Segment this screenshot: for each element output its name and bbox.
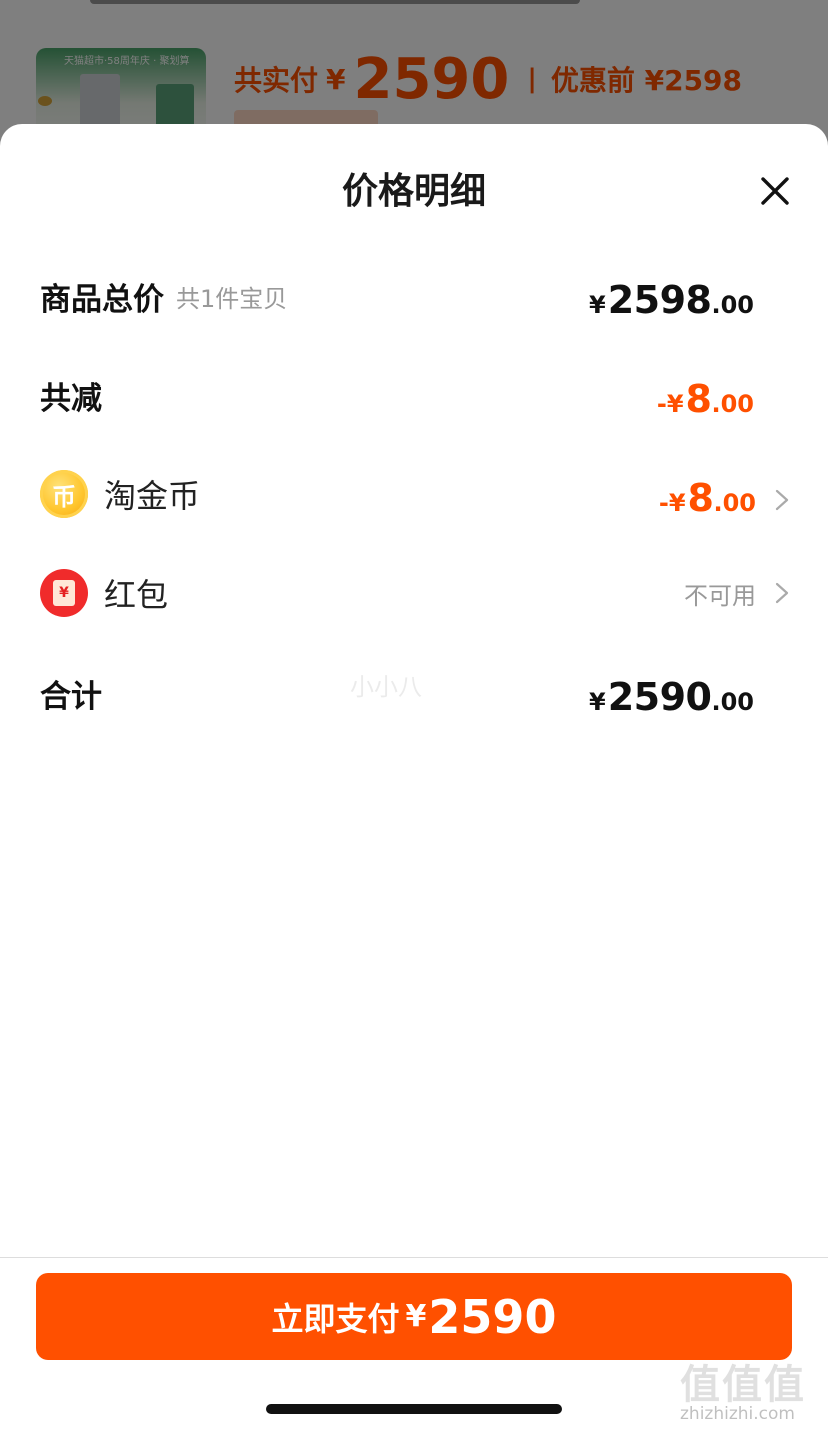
price-decimal: .00 xyxy=(713,489,756,517)
close-button[interactable] xyxy=(752,168,798,214)
coin-icon-glyph: 币 xyxy=(52,482,76,511)
price-decimal: .00 xyxy=(711,390,754,418)
pay-now-label: 立即支付 xyxy=(271,1299,400,1338)
total-discount-label: 共减 xyxy=(40,380,102,417)
chevron-right-icon xyxy=(775,489,789,511)
goods-total-label: 商品总价 xyxy=(40,281,164,318)
price-yen: -¥ xyxy=(656,390,684,418)
sum-price: ¥ 2590 .00 xyxy=(589,663,754,723)
pay-amount: 2590 xyxy=(428,1289,557,1344)
hongbao-label: 红包 xyxy=(104,576,169,614)
hongbao-status-group: 不可用 xyxy=(684,563,790,623)
price-decimal: .00 xyxy=(711,688,754,716)
price-yen: ¥ xyxy=(589,291,606,319)
coin-icon: 币 xyxy=(40,470,88,518)
close-icon xyxy=(761,177,789,205)
sheet-title: 价格明细 xyxy=(341,171,486,212)
price-yen: ¥ xyxy=(589,688,606,716)
pay-yen: ¥ xyxy=(405,1299,427,1334)
total-discount-price: -¥ 8 .00 xyxy=(657,365,754,425)
row-hongbao[interactable]: ¥ 红包 不可用 xyxy=(40,563,790,623)
chevron-right-icon xyxy=(775,582,789,604)
watermark-logo: 值值值 xyxy=(680,1362,806,1408)
price-yen: -¥ xyxy=(658,489,686,517)
pay-now-button[interactable]: 立即支付 ¥ 2590 xyxy=(36,1273,792,1360)
price-detail-sheet: 价格明细 商品总价 共1件宝贝 ¥ 2598 .00 共减 -¥ 8 .00 币… xyxy=(0,124,828,1432)
watermark-url: zhizhizhi.com xyxy=(680,1404,795,1424)
hongbao-status: 不可用 xyxy=(684,581,756,610)
row-goods-total: 商品总价 共1件宝贝 ¥ 2598 .00 xyxy=(40,266,790,326)
row-total-discount: 共减 -¥ 8 .00 xyxy=(40,365,790,425)
goods-total-price: ¥ 2598 .00 xyxy=(589,266,754,326)
taojinbi-label: 淘金币 xyxy=(104,477,201,515)
price-integer: 2590 xyxy=(607,675,712,719)
price-integer: 2598 xyxy=(607,278,712,322)
red-packet-icon: ¥ xyxy=(40,569,88,617)
red-packet-inner: ¥ xyxy=(53,580,75,606)
footer-divider xyxy=(0,1257,828,1258)
sum-label: 合计 xyxy=(40,678,102,715)
home-indicator[interactable] xyxy=(266,1404,562,1414)
item-count: 共1件宝贝 xyxy=(176,284,288,313)
price-decimal: .00 xyxy=(711,291,754,319)
faint-watermark: 小小八 xyxy=(350,673,422,701)
red-packet-glyph: ¥ xyxy=(59,585,69,601)
taojinbi-price: -¥ 8 .00 xyxy=(659,464,790,524)
price-integer: 8 xyxy=(687,476,714,520)
price-integer: 8 xyxy=(685,377,712,421)
row-taojinbi[interactable]: 币 淘金币 -¥ 8 .00 xyxy=(40,464,790,524)
